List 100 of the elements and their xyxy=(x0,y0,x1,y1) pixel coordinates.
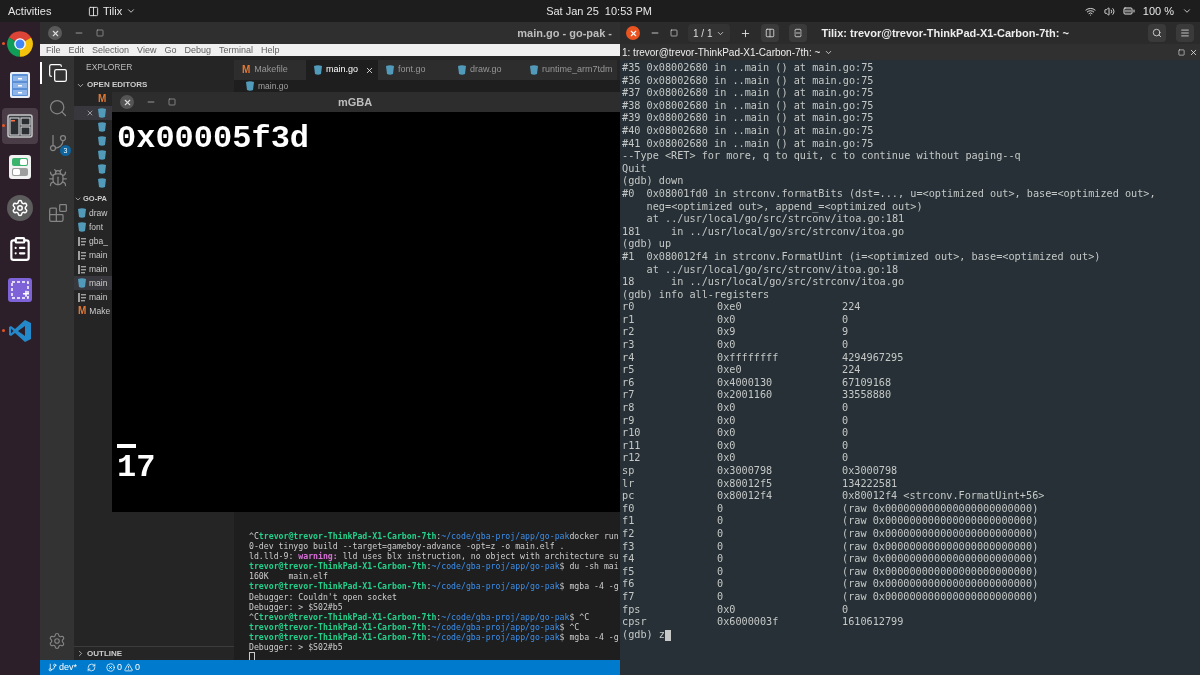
editor-tab[interactable]: font.go xyxy=(378,60,450,80)
file-icon xyxy=(78,278,86,288)
volume-icon[interactable] xyxy=(1103,5,1115,17)
makefile-icon: M xyxy=(78,306,87,316)
open-editor-row[interactable]: M xyxy=(74,92,112,106)
register-name: f0 xyxy=(622,502,636,516)
file-row[interactable]: font xyxy=(74,220,112,234)
split-right-icon xyxy=(765,28,776,38)
session-title[interactable]: 1: trevor@trevor-ThinkPad-X1-Carbon-7th: ~ xyxy=(622,44,821,60)
terminal-line: trevor@trevor-ThinkPad-X1-Carbon-7th:~/code/gba-proj/app/go-pak$ du -sh mai xyxy=(249,561,619,572)
register-value: (raw 0x000000000000000000000000) xyxy=(842,515,1039,528)
battery-level[interactable]: 100 % xyxy=(1142,2,1174,20)
editor-tab[interactable]: M Makefile xyxy=(234,60,306,80)
file-row[interactable]: main xyxy=(74,262,112,276)
register-raw: 0 xyxy=(717,502,725,516)
lines-icon xyxy=(78,264,86,274)
menu-item[interactable]: Terminal xyxy=(218,45,253,55)
branch-name[interactable]: dev* xyxy=(59,660,77,675)
register-value: 224 xyxy=(842,364,861,377)
search-button[interactable] xyxy=(1148,24,1166,42)
menu-item[interactable]: Debug xyxy=(184,45,211,55)
register-name: r0 xyxy=(622,301,636,314)
clock[interactable]: Sat Jan 25 10:53 PM xyxy=(546,2,652,20)
close-button[interactable] xyxy=(48,26,62,40)
gear-icon xyxy=(7,195,33,221)
maximize-icon[interactable] xyxy=(168,98,176,106)
makefile-icon: M xyxy=(98,94,107,104)
register-raw: 0x2001160 xyxy=(717,389,774,403)
register-value: 224 xyxy=(842,301,861,314)
battery-icon[interactable] xyxy=(1122,5,1135,17)
caret-icon[interactable] xyxy=(126,6,137,16)
terminal-line: #39 0x08002680 in ..main () at main.go:75 xyxy=(622,112,874,125)
register-name: r1 xyxy=(622,313,636,327)
terminal-line: at ../usr/local/go/src/strconv/itoa.go:18 xyxy=(645,263,899,277)
section-title: OPEN EDITORS xyxy=(87,79,148,91)
file-row[interactable]: draw xyxy=(74,206,112,220)
restore-icon[interactable] xyxy=(96,29,104,37)
terminal-line: #41 0x08002680 in ..main () at main.go:75 xyxy=(622,137,874,151)
register-name: r4 xyxy=(622,351,636,365)
file-icon xyxy=(386,65,394,75)
caret-icon[interactable] xyxy=(1182,6,1192,16)
file-row[interactable]: main xyxy=(74,248,112,262)
menu-item[interactable]: View xyxy=(137,45,157,55)
register-raw: 0x9 xyxy=(717,326,737,340)
close-button[interactable] xyxy=(120,95,134,109)
split-right-button[interactable] xyxy=(761,24,780,42)
menu-item[interactable]: File xyxy=(46,45,61,55)
add-icon[interactable] xyxy=(740,27,752,39)
register-raw: 0xe0 xyxy=(717,301,743,314)
close-icon[interactable] xyxy=(365,65,374,75)
close-icon[interactable] xyxy=(1189,47,1198,57)
wifi-icon[interactable] xyxy=(1084,5,1096,17)
app-menu[interactable]: Tilix xyxy=(103,2,123,20)
settings-icon[interactable] xyxy=(48,632,66,650)
menu-button[interactable] xyxy=(1176,24,1194,42)
makefile-icon: M xyxy=(242,65,251,75)
menu-item[interactable]: Go xyxy=(164,45,177,55)
branch-icon xyxy=(48,663,57,672)
register-name: r10 xyxy=(622,427,642,440)
lines-icon xyxy=(78,236,86,246)
activities-button[interactable]: Activities xyxy=(8,2,88,20)
editor-tab[interactable]: main.go xyxy=(306,60,378,80)
file-name: main xyxy=(89,276,108,290)
file-name: main xyxy=(89,262,108,276)
terminal-line: #36 0x08002680 in ..main () at main.go:75 xyxy=(622,74,874,88)
menu-item[interactable]: Help xyxy=(261,45,280,55)
register-value: 134222581 xyxy=(842,477,898,491)
editor-tab[interactable]: draw.go xyxy=(450,60,522,80)
error-count[interactable]: 0 xyxy=(117,660,123,675)
file-name: font xyxy=(89,220,104,234)
open-editor-row[interactable] xyxy=(74,106,112,120)
menu-item[interactable]: Selection xyxy=(92,45,130,55)
prompt-line: (gdb) z xyxy=(622,628,665,642)
error-icon xyxy=(106,663,115,672)
file-icon xyxy=(530,65,538,75)
file-row[interactable]: gba_ xyxy=(74,234,112,248)
terminal-line: 181 in ../usr/local/go/src/strconv/itoa.go xyxy=(622,225,905,239)
breadcrumb[interactable]: main.go xyxy=(258,81,289,91)
register-name: f2 xyxy=(622,527,636,541)
clipboard-icon xyxy=(7,236,33,262)
register-value: 67109168 xyxy=(842,376,892,390)
register-value: 1610612799 xyxy=(842,616,904,629)
menu-item[interactable]: Edit xyxy=(68,45,85,55)
register-name: lr xyxy=(622,477,636,491)
register-raw: 0 xyxy=(717,540,725,554)
sync-icon[interactable] xyxy=(87,663,96,672)
editor-tab[interactable]: runtime_arm7tdm xyxy=(522,60,617,80)
terminal-line: Quit xyxy=(622,162,647,176)
close-button[interactable] xyxy=(626,26,640,40)
file-row[interactable]: M Make xyxy=(74,304,112,318)
code-editor-icon xyxy=(8,319,32,343)
session-dropdown[interactable]: 1 / 1 xyxy=(688,24,731,42)
file-row[interactable]: main xyxy=(74,276,112,290)
section-header[interactable]: OPEN EDITORS xyxy=(74,78,234,92)
terminal-line: trevor@trevor-ThinkPad-X1-Carbon-7th:~/code/gba-proj/app/go-pak$ mgba -4 -g xyxy=(249,631,619,643)
terminal-line: (gdb) down xyxy=(622,175,684,188)
warning-count[interactable]: 0 xyxy=(135,660,141,675)
file-row[interactable]: main xyxy=(74,290,112,304)
split-down-button[interactable] xyxy=(789,24,808,42)
close-icon[interactable] xyxy=(86,109,94,117)
